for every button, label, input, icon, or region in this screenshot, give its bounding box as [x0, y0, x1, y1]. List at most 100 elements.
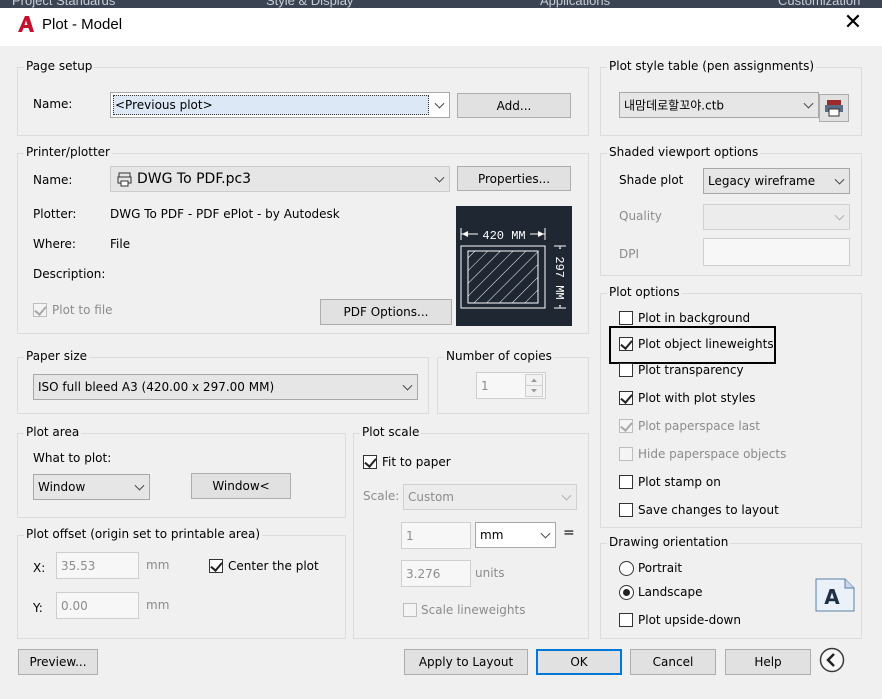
window-pick-button[interactable]: Window<	[191, 473, 291, 499]
scale-combo[interactable]: Custom	[403, 484, 577, 510]
copies-label: Number of copies	[444, 349, 554, 363]
plotter-value: DWG To PDF - PDF ePlot - by Autodesk	[110, 207, 340, 221]
plot-object-lineweights-label: Plot object lineweights	[638, 337, 774, 351]
orientation-letter: A	[824, 585, 840, 609]
background-menubar: Project Standards Style & Display Applic…	[0, 0, 882, 8]
plot-in-background-label: Plot in background	[638, 311, 751, 325]
plot-with-styles-checkbox[interactable]	[619, 391, 633, 405]
plot-style-label: Plot style table (pen assignments)	[607, 59, 817, 73]
plot-transparency-checkbox[interactable]	[619, 363, 633, 377]
units-label: units	[475, 566, 505, 580]
where-label: Where:	[33, 237, 76, 251]
chevron-down-icon	[834, 174, 845, 185]
chevron-down-icon	[434, 172, 445, 183]
what-to-plot-combo[interactable]: Window	[33, 474, 150, 500]
cancel-button[interactable]: Cancel	[630, 649, 716, 675]
shade-plot-label: Shade plot	[619, 173, 684, 187]
printer-name-label: Name:	[33, 173, 73, 187]
plot-options-label: Plot options	[607, 285, 682, 299]
offset-x-unit: mm	[146, 558, 170, 572]
apply-to-layout-button[interactable]: Apply to Layout	[404, 649, 528, 675]
chevron-down-icon	[402, 380, 413, 391]
scale-lineweights-checkbox[interactable]	[403, 603, 417, 617]
what-to-plot-value: Window	[38, 480, 86, 494]
copies-value: 1	[481, 378, 489, 393]
plot-style-combo[interactable]: 내맘데로할꼬야.ctb	[619, 92, 819, 118]
plot-paperspace-last-label: Plot paperspace last	[638, 419, 760, 433]
copies-spinner[interactable]	[525, 374, 543, 397]
scale-value1-input[interactable]: 1	[401, 522, 471, 549]
landscape-radio[interactable]	[619, 585, 634, 600]
dpi-input[interactable]	[703, 238, 850, 266]
page-setup-name-value: <Previous plot>	[115, 98, 213, 112]
page-setup-name-label: Name:	[33, 97, 73, 111]
plot-transparency-label: Plot transparency	[638, 363, 744, 377]
scale-value2-input[interactable]: 3.276	[401, 560, 471, 587]
add-page-setup-button[interactable]: Add...	[457, 93, 571, 118]
scale-value2: 3.276	[406, 566, 441, 581]
ok-button[interactable]: OK	[536, 649, 622, 675]
plot-paperspace-last-checkbox[interactable]	[619, 419, 633, 433]
save-changes-checkbox[interactable]	[619, 503, 633, 517]
scale-unit-value: mm	[480, 528, 504, 542]
window-title: Plot - Model	[42, 16, 123, 33]
chevron-down-icon	[561, 490, 572, 501]
landscape-label: Landscape	[638, 585, 703, 599]
chevron-down-icon	[134, 480, 145, 491]
plot-stamp-checkbox[interactable]	[619, 475, 633, 489]
paper-size-combo[interactable]: ISO full bleed A3 (420.00 x 297.00 MM)	[33, 374, 418, 400]
plot-to-file-checkbox[interactable]	[33, 303, 47, 317]
plotter-label: Plotter:	[33, 207, 77, 221]
plot-area-label: Plot area	[24, 425, 82, 439]
what-to-plot-label: What to plot:	[33, 451, 112, 465]
page-setup-label: Page setup	[24, 59, 95, 73]
properties-button[interactable]: Properties...	[457, 166, 571, 191]
pdf-options-button[interactable]: PDF Options...	[320, 299, 452, 325]
offset-y-value: 0.00	[61, 598, 88, 613]
preview-button[interactable]: Preview...	[18, 649, 98, 675]
offset-y-label: Y:	[33, 601, 43, 615]
offset-x-value: 35.53	[61, 558, 96, 573]
plotter-icon	[117, 172, 132, 187]
help-button[interactable]: Help	[725, 649, 811, 675]
scale-lineweights-label: Scale lineweights	[421, 603, 526, 617]
chevron-down-icon	[434, 98, 445, 109]
save-changes-label: Save changes to layout	[638, 503, 779, 517]
portrait-radio[interactable]	[619, 561, 634, 576]
page-setup-name-combo[interactable]: <Previous plot>	[110, 92, 450, 118]
upside-down-checkbox[interactable]	[619, 613, 633, 627]
fit-to-paper-label: Fit to paper	[382, 455, 451, 469]
printer-name-combo[interactable]: DWG To PDF.pc3	[110, 166, 450, 192]
plot-object-lineweights-checkbox[interactable]	[619, 337, 633, 351]
plot-style-value: 내맘데로할꼬야.ctb	[624, 98, 725, 113]
hide-paperspace-checkbox[interactable]	[619, 447, 633, 461]
dpi-label: DPI	[619, 247, 640, 261]
menubar-item: Style & Display	[266, 0, 354, 8]
quality-combo[interactable]	[703, 204, 850, 230]
collapse-options-icon[interactable]	[819, 647, 845, 673]
scale-value1: 1	[406, 528, 414, 543]
offset-y-input[interactable]: 0.00	[56, 592, 139, 619]
edit-plot-style-button[interactable]	[819, 94, 849, 122]
chevron-down-icon	[803, 98, 814, 109]
menubar-item: Project Standards	[12, 0, 116, 8]
scale-unit-combo[interactable]: mm	[475, 522, 556, 548]
shade-plot-combo[interactable]: Legacy wireframe	[703, 168, 850, 194]
plot-in-background-checkbox[interactable]	[619, 311, 633, 325]
plot-with-styles-label: Plot with plot styles	[638, 391, 756, 405]
paper-preview: 420 MM 297 MM	[456, 206, 572, 326]
offset-y-unit: mm	[146, 598, 170, 612]
menubar-item: Customization	[778, 0, 861, 8]
offset-x-label: X:	[33, 561, 46, 575]
plot-style-edit-icon	[825, 100, 843, 117]
plot-offset-group	[17, 535, 346, 639]
close-icon[interactable]: ✕	[843, 12, 863, 34]
fit-to-paper-checkbox[interactable]	[363, 455, 377, 469]
shade-plot-value: Legacy wireframe	[708, 174, 816, 188]
upside-down-label: Plot upside-down	[638, 613, 741, 627]
autocad-logo-icon	[18, 16, 34, 32]
preview-width-label: 420 MM	[482, 229, 525, 243]
offset-x-input[interactable]: 35.53	[56, 552, 139, 579]
center-plot-checkbox[interactable]	[209, 559, 223, 573]
shaded-label: Shaded viewport options	[607, 145, 761, 159]
